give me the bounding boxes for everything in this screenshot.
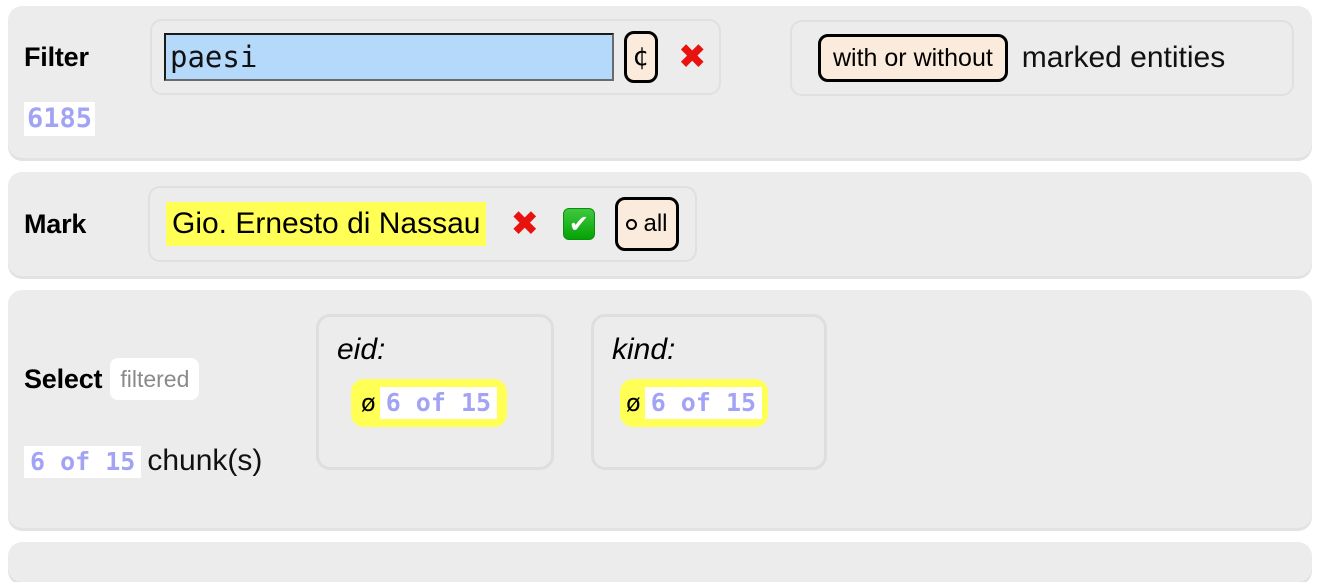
clear-filter-icon[interactable]: ✖ [678, 40, 707, 74]
field-card-kind: kind: ø 6 of 15 [591, 314, 827, 470]
mark-entity-group: Gio. Ernesto di Nassau ✖ ✔ all [148, 186, 697, 262]
chunk-count-label: chunk(s) [147, 444, 263, 477]
radio-circle-icon [626, 218, 638, 230]
cent-sign-icon[interactable]: ¢ [624, 31, 658, 83]
app-root: Filter ¢ ✖ 6185 with or without marked e… [0, 0, 1320, 582]
chunk-count-row: 6 of 15 chunk(s) [24, 444, 262, 478]
confirm-mark-icon[interactable]: ✔ [562, 208, 595, 240]
field-count-kind: 6 of 15 [644, 387, 763, 419]
filter-match-count: 6185 [24, 102, 96, 136]
mark-panel: Mark Gio. Ernesto di Nassau ✖ ✔ all [8, 172, 1312, 276]
select-header: Select filtered [8, 356, 202, 402]
null-symbol-icon: ø [626, 389, 641, 417]
filter-search-input[interactable] [164, 33, 614, 81]
field-name-kind: kind: [612, 333, 676, 366]
next-panel-partial [8, 542, 1312, 582]
filter-input-group: ¢ ✖ [150, 19, 721, 95]
field-count-eid: 6 of 15 [379, 387, 498, 419]
select-section-label: Select [24, 363, 103, 394]
select-summary: Select filtered 6 of 15 chunk(s) [8, 290, 308, 528]
field-value-pill-kind[interactable]: ø 6 of 15 [620, 379, 769, 427]
mark-all-button[interactable]: all [614, 197, 679, 251]
field-card-eid: eid: ø 6 of 15 [316, 314, 554, 470]
marked-entities-toggle[interactable]: with or without [818, 34, 1008, 82]
filter-panel: Filter ¢ ✖ 6185 with or without marked e… [8, 6, 1312, 158]
field-name-eid: eid: [337, 333, 386, 366]
mark-section-label: Mark [24, 208, 87, 239]
clear-mark-icon[interactable]: ✖ [510, 207, 539, 241]
marked-entity-chip[interactable]: Gio. Ernesto di Nassau [166, 202, 487, 246]
mark-all-label: all [643, 210, 668, 237]
field-value-pill-eid[interactable]: ø 6 of 15 [351, 379, 508, 427]
select-mode-badge[interactable]: filtered [108, 356, 202, 402]
filter-section-label: Filter [24, 41, 89, 72]
chunk-count-value: 6 of 15 [24, 446, 142, 478]
marked-entities-label: marked entities [1021, 41, 1226, 74]
marked-entities-group: with or without marked entities [790, 20, 1294, 96]
null-symbol-icon: ø [361, 389, 376, 417]
select-panel: Select filtered 6 of 15 chunk(s) eid: ø … [8, 290, 1312, 528]
